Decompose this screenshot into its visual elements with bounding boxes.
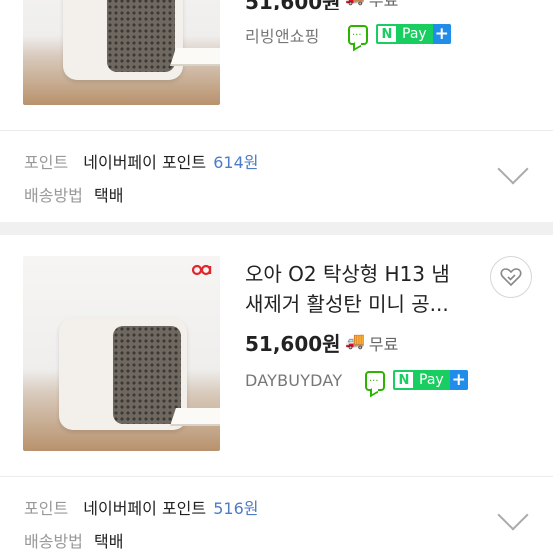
- heater-grille: [113, 326, 181, 424]
- wishlist-button[interactable]: [490, 256, 532, 298]
- product-title[interactable]: 오아 O2 탁상형 H13 냄 새제거 활성탄 미니 공...: [245, 259, 475, 319]
- shipping-info: 🚚 무료: [345, 331, 399, 354]
- heater-body: [63, 0, 183, 80]
- plus-icon: +: [432, 24, 451, 44]
- naver-n-logo: N: [378, 26, 396, 42]
- product-image[interactable]: [23, 256, 220, 451]
- heater-grille: [107, 0, 175, 72]
- product-price: 51,600원: [245, 0, 341, 10]
- truck-icon: 🚚: [345, 331, 365, 350]
- section-gap: [0, 222, 553, 235]
- seller-name[interactable]: 리빙앤쇼핑: [245, 23, 320, 47]
- naver-pay-badge: N Pay +: [376, 24, 451, 44]
- row-divider: [0, 476, 553, 477]
- talk-icon[interactable]: ···: [348, 25, 368, 45]
- oa-logo: [191, 264, 212, 276]
- shipping-info: 🚚 무료: [345, 0, 398, 7]
- row-divider: [0, 130, 553, 131]
- book: [170, 408, 220, 426]
- point-row: 포인트 네이버페이 포인트 516원: [24, 499, 259, 518]
- wishlist-heart-icon: [500, 268, 522, 287]
- book: [170, 48, 220, 66]
- talk-icon[interactable]: ···: [365, 371, 385, 391]
- chevron-down-icon[interactable]: [497, 153, 529, 185]
- product-price: 51,600원: [245, 332, 341, 356]
- plus-icon: +: [449, 370, 468, 390]
- naver-pay-badge: N Pay +: [393, 370, 468, 390]
- naver-n-logo: N: [395, 372, 413, 388]
- heater-body: [59, 318, 187, 430]
- seller-name[interactable]: DAYBUYDAY: [245, 371, 342, 390]
- truck-icon: 🚚: [345, 0, 365, 7]
- pay-label: Pay: [402, 26, 427, 42]
- product-image[interactable]: [23, 0, 220, 105]
- chevron-down-icon[interactable]: [497, 499, 529, 531]
- pay-label: Pay: [419, 372, 444, 388]
- delivery-row: 배송방법 택배: [24, 532, 124, 551]
- delivery-row: 배송방법 택배: [24, 186, 124, 205]
- point-row: 포인트 네이버페이 포인트 614원: [24, 153, 259, 172]
